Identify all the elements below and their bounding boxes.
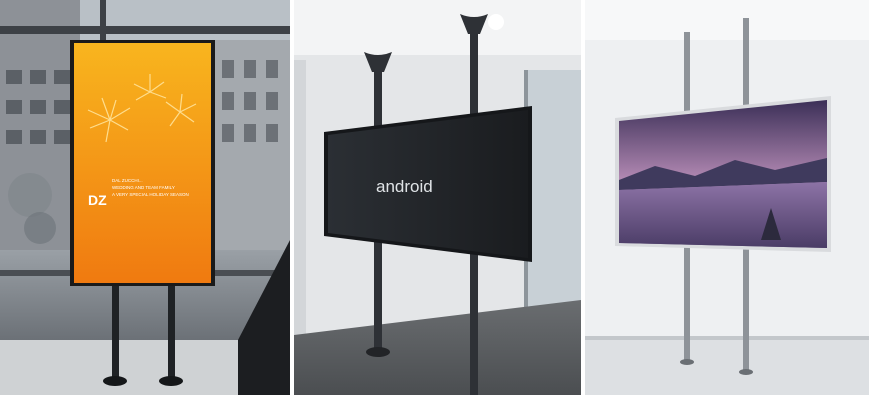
glass-decal (24, 212, 56, 244)
signage-line-3: A VERY SPECIAL HOLIDAY SEASON (112, 192, 189, 197)
stand-foot (103, 376, 127, 386)
photo-two-pole-landscape-display (585, 0, 869, 395)
photo-portrait-signage-storefront: DZ DAL ZUCCHI... WEDDING AND TEAM FAMILY… (0, 0, 290, 395)
storefront-scene: DZ DAL ZUCCHI... WEDDING AND TEAM FAMILY… (0, 0, 290, 395)
photo-strip: DZ DAL ZUCCHI... WEDDING AND TEAM FAMILY… (0, 0, 869, 395)
glass-decal (8, 173, 52, 217)
office-scene: android (294, 0, 581, 395)
stand-foot (159, 376, 183, 386)
glass-partition (524, 70, 581, 330)
gallery-scene (585, 0, 869, 395)
stand-leg (112, 282, 119, 380)
stand-leg (168, 282, 175, 380)
signage-line-2: WEDDING AND TEAM FAMILY (112, 185, 175, 190)
building-windows-right (222, 60, 278, 142)
wall-corner (294, 60, 306, 335)
ceiling-light (488, 14, 504, 30)
floor-ledge (585, 338, 869, 395)
window-frame-top (0, 26, 290, 34)
photo-pole-mount-android-display: android (294, 0, 581, 395)
pole-base (680, 359, 694, 365)
pole-floor-base (366, 347, 390, 357)
ceiling (585, 0, 869, 40)
building-windows-left (6, 70, 70, 144)
signage-logo-mark: DZ (88, 192, 107, 208)
pole-base (739, 369, 753, 375)
android-logo-text: android (376, 177, 433, 196)
ceiling (294, 0, 581, 55)
ledge-edge (585, 336, 869, 340)
window-mullion (100, 0, 106, 40)
signage-line-1: DAL ZUCCHI... (112, 178, 143, 183)
signage-screen (74, 43, 211, 283)
lake (619, 182, 827, 248)
